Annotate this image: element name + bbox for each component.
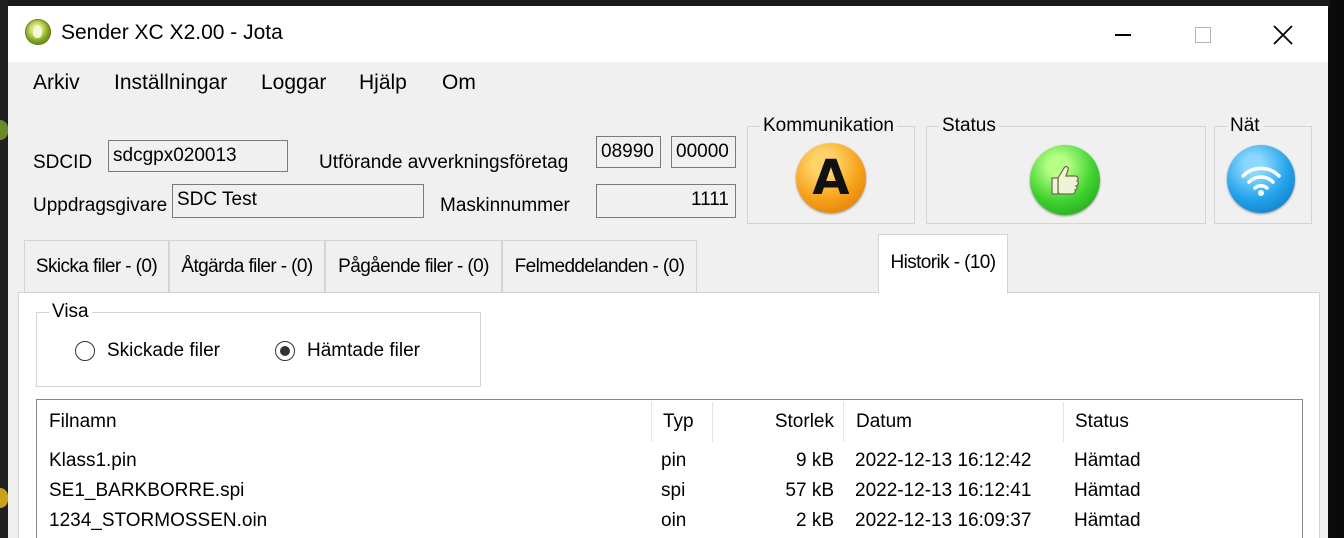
window-title: Sender XC X2.00 - Jota [61,21,283,44]
communication-glyph: A [812,150,850,206]
table-row[interactable]: SE1_BARKBORRE.spi spi 57 kB 2022-12-13 1… [37,476,1302,506]
column-divider[interactable] [843,402,844,442]
wifi-glyph [1241,166,1281,196]
menu-installningar[interactable]: Inställningar [114,71,227,95]
sdcid-field[interactable]: sdcgpx020013 [108,140,288,172]
desktop-background-right [1330,0,1344,538]
tab-pagaende-filer[interactable]: Pågående filer - (0) [325,240,502,292]
machine-number-field[interactable]: 1111 [596,184,736,218]
radio-selected-dot [280,346,290,356]
cell-size: 9 kB [795,450,834,471]
status-title: Status [939,115,999,137]
cell-size: 57 kB [785,480,834,501]
minimize-icon [1115,34,1131,36]
table-row[interactable]: Klass1.pin pin 9 kB 2022-12-13 16:12:42 … [37,446,1302,476]
communication-title: Kommunikation [760,115,897,137]
main-client-area: SDCID sdcgpx020013 Utförande avverknings… [8,102,1328,538]
column-header-storlek[interactable]: Storlek [713,400,834,444]
app-logo-icon [25,19,51,45]
cell-filename: Klass1.pin [49,450,137,471]
radio-sent-label: Skickade filer [107,340,220,361]
cell-filename: SE1_BARKBORRE.spi [49,480,245,501]
tab-felmeddelanden[interactable]: Felmeddelanden - (0) [502,240,697,292]
cell-date: 2022-12-13 16:09:37 [855,510,1032,531]
cell-date: 2022-12-13 16:12:42 [855,450,1032,471]
desktop-background-left [0,0,8,538]
column-divider[interactable] [651,402,652,442]
menu-bar: Arkiv Inställningar Loggar Hjälp Om [8,62,1328,102]
company-subid-field[interactable]: 00000 [671,136,736,168]
cell-status: Hämtad [1074,480,1141,501]
menu-loggar[interactable]: Loggar [261,71,326,95]
thumbs-up-glyph [1051,165,1079,195]
cell-status: Hämtad [1074,510,1141,531]
maximize-button[interactable] [1168,12,1238,58]
radio-fetched-files[interactable]: Hämtade filer [275,340,420,362]
company-id-field[interactable]: 08990 [596,136,661,168]
network-title: Nät [1227,115,1263,137]
column-header-filnamn[interactable]: Filnamn [49,400,117,444]
client-field[interactable]: SDC Test [172,184,424,218]
tab-historik[interactable]: Historik - (10) [878,234,1008,294]
radio-sent-circle[interactable] [75,341,95,361]
status-group: Status [926,115,1206,224]
cell-type: pin [661,450,687,471]
menu-om[interactable]: Om [442,71,476,95]
radio-fetched-label: Hämtade filer [307,340,420,361]
table-row[interactable]: 1234_STORMOSSEN.oin oin 2 kB 2022-12-13 … [37,506,1302,536]
orange-a-icon: A [796,143,866,213]
cell-date: 2022-12-13 16:12:41 [855,480,1032,501]
tab-skicka-filer[interactable]: Skicka filer - (0) [24,240,169,292]
close-button[interactable] [1248,12,1318,58]
radio-sent-files[interactable]: Skickade filer [75,340,220,362]
radio-fetched-circle[interactable] [275,341,295,361]
app-window: Sender XC X2.00 - Jota Arkiv Inställning… [8,6,1328,538]
cell-filename: 1234_STORMOSSEN.oin [49,510,268,531]
view-group-title: Visa [49,301,92,323]
column-header-datum[interactable]: Datum [856,400,912,444]
column-header-status[interactable]: Status [1075,400,1129,444]
tab-atgarda-filer[interactable]: Åtgärda filer - (0) [169,240,325,292]
menu-hjalp[interactable]: Hjälp [359,71,407,95]
history-panel: Visa Skickade filer Hämtade filer Filnam… [18,292,1320,538]
cell-status: Hämtad [1074,450,1141,471]
wifi-icon [1227,145,1295,213]
column-divider[interactable] [1063,402,1064,442]
column-header-typ[interactable]: Typ [663,400,694,444]
network-group: Nät [1214,115,1312,224]
cell-size: 2 kB [795,510,834,531]
minimize-button[interactable] [1088,12,1158,58]
maximize-icon [1195,27,1211,43]
cell-type: spi [661,480,686,501]
close-icon [1273,25,1293,45]
client-label: Uppdragsgivare [33,195,168,216]
title-bar[interactable]: Sender XC X2.00 - Jota [8,6,1328,61]
thumbs-up-icon [1030,145,1100,215]
cell-type: oin [661,510,687,531]
sdcid-label: SDCID [33,152,93,173]
list-header: Filnamn Typ Storlek Datum Status [37,400,1302,444]
company-label: Utförande avverkningsföretag [319,152,569,173]
menu-arkiv[interactable]: Arkiv [33,71,80,95]
machine-label: Maskinnummer [440,195,570,216]
communication-group: Kommunikation A [747,115,915,224]
view-group: Visa Skickade filer Hämtade filer [36,301,481,387]
history-file-list[interactable]: Filnamn Typ Storlek Datum Status Klass1.… [36,399,1303,538]
